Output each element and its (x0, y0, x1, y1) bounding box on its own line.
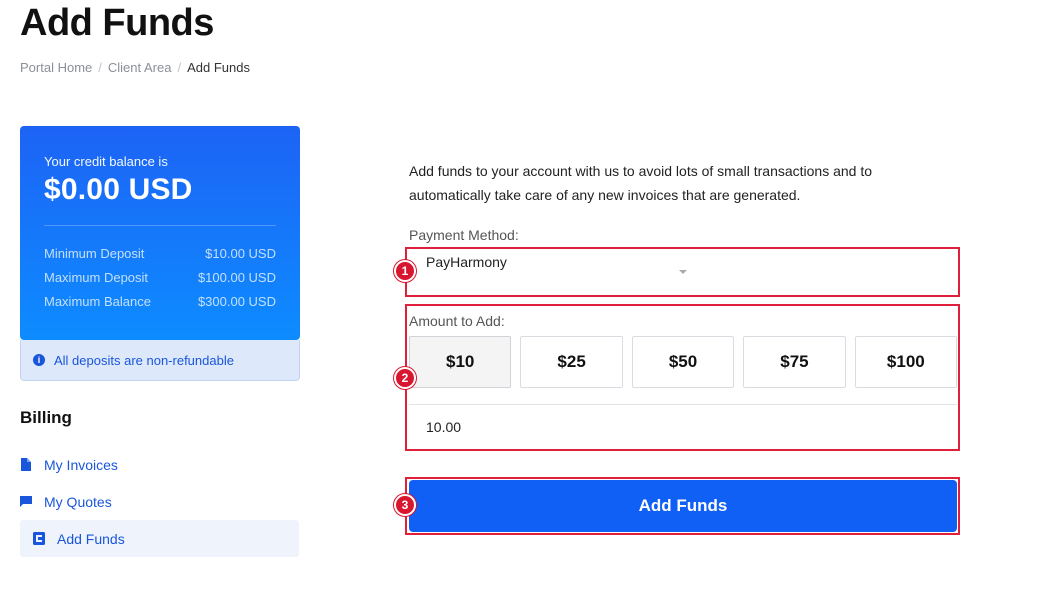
amount-options: $10 $25 $50 $75 $100 (409, 336, 958, 388)
sidebar-item-my-invoices[interactable]: My Invoices (20, 446, 299, 483)
maximum-deposit-label: Maximum Deposit (44, 270, 149, 285)
billing-nav: My Invoices My Quotes Add Funds (20, 446, 299, 557)
sidebar-item-label: My Invoices (44, 456, 118, 473)
amount-label: Amount to Add: (409, 313, 505, 329)
intro-text: Add funds to your account with us to avo… (409, 163, 873, 203)
breadcrumb-current: Add Funds (187, 60, 250, 75)
maximum-deposit-row: Maximum Deposit $100.00 USD (44, 266, 276, 290)
billing-heading: Billing (20, 408, 72, 427)
amount-option-50[interactable]: $50 (631, 336, 735, 388)
credit-balance-amount: $0.00 USD (44, 173, 193, 206)
credit-balance-label: Your credit balance is (44, 154, 168, 169)
add-funds-icon (33, 532, 45, 545)
step-marker-3: 3 (394, 494, 416, 516)
payment-method-label: Payment Method: (409, 227, 519, 243)
breadcrumb-separator: / (177, 60, 182, 75)
divider (44, 225, 276, 226)
payment-method-select[interactable]: PayHarmony (409, 250, 957, 295)
amount-option-100[interactable]: $100 (854, 336, 958, 388)
document-icon (20, 458, 32, 471)
breadcrumb-client-area[interactable]: Client Area (108, 60, 172, 75)
amount-option-25[interactable]: $25 (520, 336, 623, 388)
sidebar-item-my-quotes[interactable]: My Quotes (20, 483, 299, 520)
breadcrumb-separator: / (98, 60, 102, 75)
step-marker-2: 2 (394, 367, 416, 389)
breadcrumb: Portal Home / Client Area / Add Funds (20, 60, 250, 75)
amount-option-75[interactable]: $75 (743, 336, 846, 388)
sidebar-item-label: My Quotes (44, 493, 112, 510)
breadcrumb-portal-home[interactable]: Portal Home (20, 60, 92, 75)
minimum-deposit-value: $10.00 USD (205, 246, 276, 261)
payment-method-value: PayHarmony (426, 254, 507, 270)
minimum-deposit-row: Minimum Deposit $10.00 USD (44, 242, 276, 266)
notice-text: All deposits are non-refundable (54, 352, 234, 368)
flag-icon (20, 495, 32, 508)
step-marker-1: 1 (394, 260, 416, 282)
sidebar-item-label: Add Funds (57, 530, 125, 547)
maximum-balance-label: Maximum Balance (44, 294, 151, 309)
minimum-deposit-label: Minimum Deposit (44, 246, 145, 261)
amount-option-10[interactable]: $10 (409, 336, 512, 388)
credit-balance-card: Your credit balance is $0.00 USD Minimum… (20, 126, 300, 340)
info-icon: i (33, 354, 45, 366)
maximum-balance-value: $300.00 USD (197, 294, 276, 309)
sidebar-item-add-funds[interactable]: Add Funds (20, 520, 299, 557)
page-title: Add Funds (20, 2, 214, 44)
maximum-deposit-value: $100.00 USD (197, 270, 276, 285)
amount-input[interactable] (409, 404, 957, 448)
chevron-down-icon (679, 270, 687, 274)
add-funds-button[interactable]: Add Funds (409, 480, 957, 532)
maximum-balance-row: Maximum Balance $300.00 USD (44, 290, 276, 314)
non-refundable-notice: i All deposits are non-refundable (20, 340, 300, 381)
